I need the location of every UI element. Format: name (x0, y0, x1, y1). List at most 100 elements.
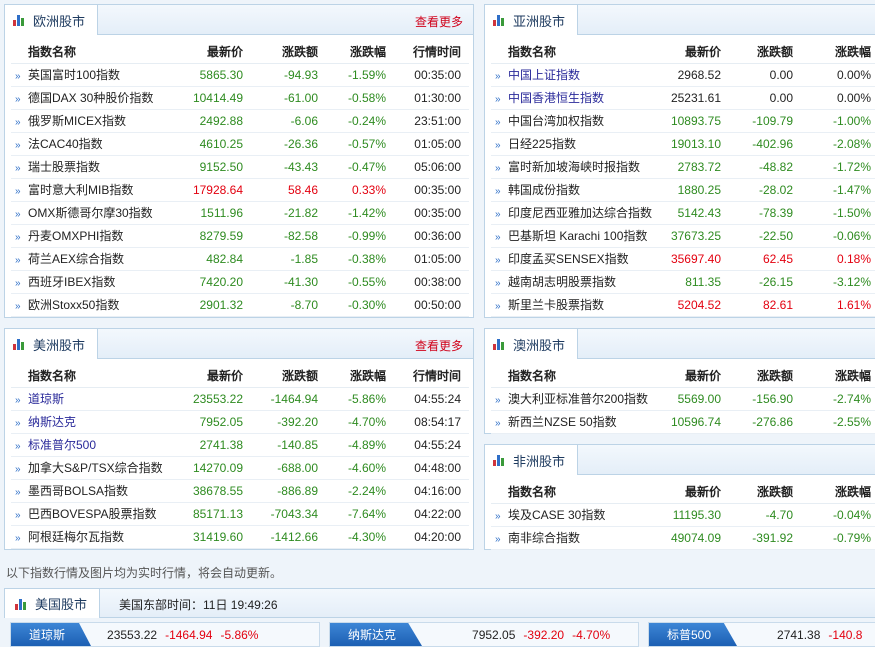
index-name-link[interactable]: 加拿大S&P/TSX综合指数 (28, 461, 163, 475)
america-more-link[interactable]: 查看更多 (415, 337, 463, 354)
index-name-cell[interactable]: » 欧洲Stoxx50指数 (11, 293, 181, 317)
index-name-link[interactable]: 阿根廷梅尔瓦指数 (28, 530, 124, 544)
table-row[interactable]: » 南非综合指数 49074.09 -391.92 -0.79% (491, 526, 875, 550)
index-name-link[interactable]: 中国上证指数 (508, 68, 580, 82)
table-row[interactable]: » 英国富时100指数 5865.30 -94.93 -1.59% 00:35:00 (11, 63, 469, 87)
asia-tab[interactable]: 亚洲股市 (485, 5, 579, 35)
index-name-cell[interactable]: » 中国香港恒生指数 (491, 86, 663, 110)
table-row[interactable]: » 道琼斯 23553.22 -1464.94 -5.86% 04:55:24 (11, 387, 469, 411)
index-name-cell[interactable]: » 澳大利亚标准普尔200指数 (491, 387, 663, 411)
index-name-cell[interactable]: » 富时新加坡海峡时报指数 (491, 155, 663, 179)
index-name-link[interactable]: 日经225指数 (508, 137, 576, 151)
table-row[interactable]: » 越南胡志明股票指数 811.35 -26.15 -3.12% (491, 270, 875, 294)
index-name-cell[interactable]: » 英国富时100指数 (11, 63, 181, 87)
index-name-cell[interactable]: » 俄罗斯MICEX指数 (11, 109, 181, 133)
index-name-link[interactable]: 巴西BOVESPA股票指数 (28, 507, 156, 521)
index-name-link[interactable]: 俄罗斯MICEX指数 (28, 114, 126, 128)
index-name-link[interactable]: 印度孟买SENSEX指数 (508, 252, 629, 266)
table-row[interactable]: » 德国DAX 30种股价指数 10414.49 -61.00 -0.58% 01:30:… (11, 86, 469, 110)
index-name-link[interactable]: 印度尼西亚雅加达综合指数 (508, 206, 652, 220)
table-row[interactable]: » 西班牙IBEX指数 7420.20 -41.30 -0.55% 00:38:00 (11, 270, 469, 294)
ticker-nasdaq[interactable]: 纳斯达克 7952.05 -392.20 -4.70% (329, 622, 639, 647)
index-name-link[interactable]: 道琼斯 (28, 392, 64, 406)
index-name-cell[interactable]: » 南非综合指数 (491, 526, 663, 550)
index-name-link[interactable]: 中国香港恒生指数 (508, 91, 604, 105)
table-row[interactable]: » 斯里兰卡股票指数 5204.52 82.61 1.61% (491, 293, 875, 317)
index-name-cell[interactable]: » 日经225指数 (491, 132, 663, 156)
europe-more-link[interactable]: 查看更多 (415, 13, 463, 30)
index-name-cell[interactable]: » 标准普尔500 (11, 433, 181, 457)
index-name-link[interactable]: 欧洲Stoxx50指数 (28, 298, 119, 312)
index-name-link[interactable]: 西班牙IBEX指数 (28, 275, 115, 289)
index-name-link[interactable]: 标准普尔500 (28, 438, 96, 452)
index-name-cell[interactable]: » 新西兰NZSE 50指数 (491, 410, 663, 434)
table-row[interactable]: » 印度尼西亚雅加达综合指数 5142.43 -78.39 -1.50% (491, 201, 875, 225)
africa-tab[interactable]: 非洲股市 (485, 445, 579, 475)
table-row[interactable]: » 中国上证指数 2968.52 0.00 0.00% (491, 63, 875, 87)
index-name-cell[interactable]: » OMX斯德哥尔摩30指数 (11, 201, 181, 225)
table-row[interactable]: » 欧洲Stoxx50指数 2901.32 -8.70 -0.30% 00:50:00 (11, 293, 469, 317)
table-row[interactable]: » 澳大利亚标准普尔200指数 5569.00 -156.90 -2.74% (491, 387, 875, 411)
index-name-cell[interactable]: » 中国台湾加权指数 (491, 109, 663, 133)
table-row[interactable]: » 新西兰NZSE 50指数 10596.74 -276.86 -2.55% (491, 410, 875, 434)
table-row[interactable]: » 巴基斯坦 Karachi 100指数 37673.25 -22.50 -0.06% (491, 224, 875, 248)
index-name-link[interactable]: 埃及CASE 30指数 (508, 508, 605, 522)
table-row[interactable]: » 标准普尔500 2741.38 -140.85 -4.89% 04:55:24 (11, 433, 469, 457)
index-name-cell[interactable]: » 越南胡志明股票指数 (491, 270, 663, 294)
index-name-cell[interactable]: » 瑞士股票指数 (11, 155, 181, 179)
index-name-link[interactable]: 富时新加坡海峡时报指数 (508, 160, 640, 174)
table-row[interactable]: » 巴西BOVESPA股票指数 85171.13 -7043.34 -7.64% 04:2… (11, 502, 469, 526)
index-name-link[interactable]: 韩国成份指数 (508, 183, 580, 197)
index-name-cell[interactable]: » 纳斯达克 (11, 410, 181, 434)
index-name-link[interactable]: 丹麦OMXPHI指数 (28, 229, 123, 243)
table-row[interactable]: » 富时新加坡海峡时报指数 2783.72 -48.82 -1.72% (491, 155, 875, 179)
index-name-cell[interactable]: » 埃及CASE 30指数 (491, 503, 663, 527)
index-name-link[interactable]: 新西兰NZSE 50指数 (508, 415, 617, 429)
america-tab[interactable]: 美洲股市 (5, 329, 99, 359)
index-name-cell[interactable]: » 印度尼西亚雅加达综合指数 (491, 201, 663, 225)
table-row[interactable]: » 阿根廷梅尔瓦指数 31419.60 -1412.66 -4.30% 04:20:00 (11, 525, 469, 549)
index-name-link[interactable]: 纳斯达克 (28, 415, 76, 429)
index-name-cell[interactable]: » 阿根廷梅尔瓦指数 (11, 525, 181, 549)
table-row[interactable]: » 法CAC40指数 4610.25 -26.36 -0.57% 01:05:00 (11, 132, 469, 156)
index-name-cell[interactable]: » 斯里兰卡股票指数 (491, 293, 663, 317)
ticker-sp500[interactable]: 标普500 2741.38 -140.8 (648, 622, 875, 647)
index-name-cell[interactable]: » 巴基斯坦 Karachi 100指数 (491, 224, 663, 248)
index-name-link[interactable]: 中国台湾加权指数 (508, 114, 604, 128)
ticker-dow[interactable]: 道琼斯 23553.22 -1464.94 -5.86% (10, 622, 320, 647)
index-name-cell[interactable]: » 西班牙IBEX指数 (11, 270, 181, 294)
index-name-link[interactable]: 澳大利亚标准普尔200指数 (508, 392, 648, 406)
index-name-cell[interactable]: » 道琼斯 (11, 387, 181, 411)
table-row[interactable]: » 纳斯达克 7952.05 -392.20 -4.70% 08:54:17 (11, 410, 469, 434)
index-name-cell[interactable]: » 富时意大利MIB指数 (11, 178, 181, 202)
table-row[interactable]: » 丹麦OMXPHI指数 8279.59 -82.58 -0.99% 00:36:00 (11, 224, 469, 248)
index-name-cell[interactable]: » 丹麦OMXPHI指数 (11, 224, 181, 248)
table-row[interactable]: » OMX斯德哥尔摩30指数 1511.96 -21.82 -1.42% 00:35:00 (11, 201, 469, 225)
table-row[interactable]: » 中国台湾加权指数 10893.75 -109.79 -1.00% (491, 109, 875, 133)
us-market-tab[interactable]: 美国股市 (5, 589, 101, 618)
index-name-link[interactable]: 南非综合指数 (508, 531, 580, 545)
index-name-cell[interactable]: » 中国上证指数 (491, 63, 663, 87)
table-row[interactable]: » 加拿大S&P/TSX综合指数 14270.09 -688.00 -4.60% 04:4… (11, 456, 469, 480)
index-name-cell[interactable]: » 巴西BOVESPA股票指数 (11, 502, 181, 526)
index-name-link[interactable]: 德国DAX 30种股价指数 (28, 91, 153, 105)
index-name-cell[interactable]: » 荷兰AEX综合指数 (11, 247, 181, 271)
index-name-cell[interactable]: » 德国DAX 30种股价指数 (11, 86, 181, 110)
index-name-link[interactable]: 英国富时100指数 (28, 68, 120, 82)
index-name-link[interactable]: 瑞士股票指数 (28, 160, 100, 174)
table-row[interactable]: » 印度孟买SENSEX指数 35697.40 62.45 0.18% (491, 247, 875, 271)
table-row[interactable]: » 中国香港恒生指数 25231.61 0.00 0.00% (491, 86, 875, 110)
europe-tab[interactable]: 欧洲股市 (5, 5, 99, 35)
index-name-cell[interactable]: » 墨西哥BOLSA指数 (11, 479, 181, 503)
index-name-link[interactable]: 巴基斯坦 Karachi 100指数 (508, 229, 647, 243)
index-name-link[interactable]: 荷兰AEX综合指数 (28, 252, 124, 266)
index-name-cell[interactable]: » 韩国成份指数 (491, 178, 663, 202)
table-row[interactable]: » 富时意大利MIB指数 17928.64 58.46 0.33% 00:35:00 (11, 178, 469, 202)
index-name-link[interactable]: 越南胡志明股票指数 (508, 275, 616, 289)
australia-tab[interactable]: 澳洲股市 (485, 329, 579, 359)
index-name-link[interactable]: 法CAC40指数 (28, 137, 103, 151)
table-row[interactable]: » 荷兰AEX综合指数 482.84 -1.85 -0.38% 01:05:00 (11, 247, 469, 271)
table-row[interactable]: » 韩国成份指数 1880.25 -28.02 -1.47% (491, 178, 875, 202)
table-row[interactable]: » 日经225指数 19013.10 -402.96 -2.08% (491, 132, 875, 156)
index-name-cell[interactable]: » 印度孟买SENSEX指数 (491, 247, 663, 271)
